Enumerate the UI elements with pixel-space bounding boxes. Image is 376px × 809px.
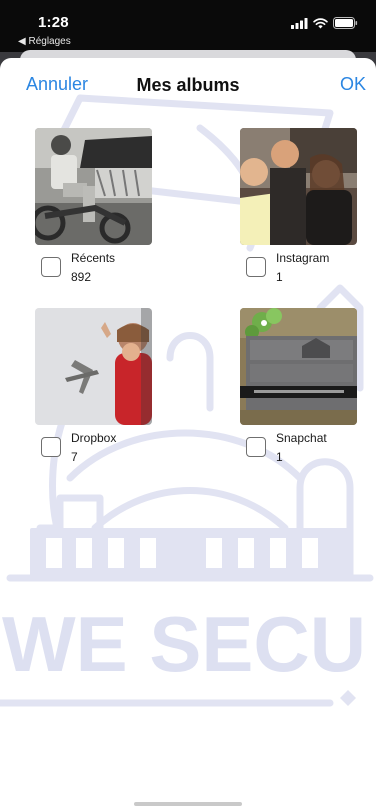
wifi-icon xyxy=(313,17,328,28)
thumbnail-image xyxy=(35,308,152,425)
status-bar: 1:28 ◀ Réglages xyxy=(0,0,376,52)
ok-button[interactable]: OK xyxy=(340,74,366,95)
status-time: 1:28 xyxy=(38,14,69,31)
album-thumbnail[interactable] xyxy=(35,308,152,425)
album-name: Récents xyxy=(71,251,116,265)
back-to-app-link[interactable]: ◀ Réglages xyxy=(18,36,71,47)
page-title: Mes albums xyxy=(136,75,240,95)
thumbnail-image xyxy=(35,128,152,245)
nav-bar: Annuler Mes albums OK xyxy=(0,58,376,110)
album-thumbnail[interactable] xyxy=(240,308,357,425)
album-checkbox[interactable] xyxy=(41,257,61,277)
album-count: 7 xyxy=(71,450,78,464)
album-name: Dropbox xyxy=(71,431,117,445)
album-thumbnail[interactable] xyxy=(35,128,152,245)
battery-icon xyxy=(333,17,358,29)
album-thumbnail[interactable] xyxy=(240,128,357,245)
album-count: 1 xyxy=(276,270,283,284)
album-count: 892 xyxy=(71,270,92,284)
album-count: 1 xyxy=(276,450,283,464)
thumbnail-image xyxy=(240,308,357,425)
status-icons xyxy=(291,17,358,29)
signal-icon xyxy=(291,17,308,29)
album-name: Instagram xyxy=(276,251,330,265)
album-checkbox[interactable] xyxy=(246,257,266,277)
album-checkbox[interactable] xyxy=(41,437,61,457)
svg-text:WE SECU: WE SECU xyxy=(2,600,366,688)
album-name: Snapchat xyxy=(276,431,327,445)
album-checkbox[interactable] xyxy=(246,437,266,457)
album-picker-sheet: WE SECU Annuler Mes albums OK Récents 89… xyxy=(0,58,376,809)
home-indicator[interactable] xyxy=(134,802,242,806)
thumbnail-image xyxy=(240,128,357,245)
